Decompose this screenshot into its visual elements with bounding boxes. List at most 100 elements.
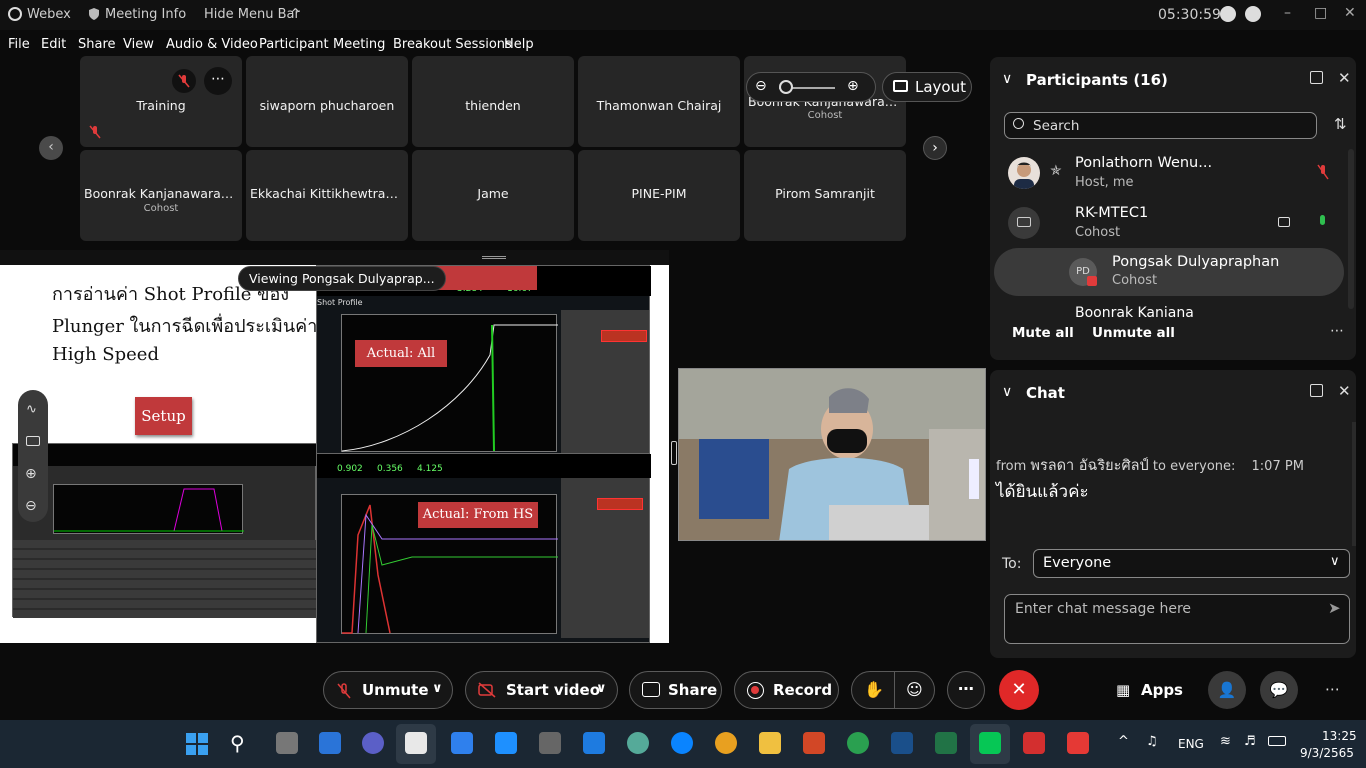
webex-taskbar-icon[interactable] — [891, 732, 913, 754]
volume-icon[interactable]: ♬ — [1244, 734, 1256, 749]
widgets-icon[interactable] — [319, 732, 341, 754]
raise-hand-icon[interactable]: ✋ — [864, 680, 884, 699]
record-button[interactable]: Record — [734, 671, 839, 709]
pen-icon[interactable]: ∿ — [26, 402, 37, 417]
video-camera-icon[interactable] — [1278, 217, 1290, 227]
next-page-button[interactable]: › — [923, 136, 947, 160]
maps-icon[interactable] — [627, 732, 649, 754]
menu-edit[interactable]: Edit — [41, 37, 66, 52]
participant-row[interactable]: ✯ Ponlathorn Wenu... Host, me — [990, 149, 1346, 199]
chevron-down-icon[interactable]: ∨ — [596, 681, 607, 696]
video-tile[interactable]: Pirom Samranjit — [744, 150, 906, 241]
more-panels-icon[interactable]: ⋯ — [1325, 680, 1340, 698]
active-mic-icon[interactable] — [1320, 215, 1325, 225]
chrome-profile-icon[interactable] — [847, 732, 869, 754]
video-tile[interactable]: thienden — [412, 56, 574, 147]
popout-icon[interactable] — [1310, 384, 1323, 397]
meeting-info-button[interactable]: Meeting Info — [105, 7, 186, 22]
search-taskbar-icon[interactable]: ⚲ — [230, 731, 245, 755]
menu-breakout-sessions[interactable]: Breakout Sessions — [393, 37, 512, 52]
sort-icon[interactable]: ⇅ — [1334, 115, 1347, 133]
layout-button[interactable]: Layout — [882, 72, 972, 102]
participant-row-partial[interactable]: Boonrak Kanjana — [990, 303, 1342, 317]
collapse-chevron-icon[interactable]: ∨ — [1002, 71, 1012, 87]
close-window-icon[interactable]: ✕ — [1344, 5, 1356, 21]
prev-page-button[interactable]: ‹ — [39, 136, 63, 160]
video-tile[interactable]: siwaporn phucharoen — [246, 56, 408, 147]
menu-file[interactable]: File — [8, 37, 30, 52]
chevron-up-icon[interactable]: ^ — [290, 7, 301, 22]
menu-share[interactable]: Share — [78, 37, 116, 52]
calendar-icon[interactable] — [583, 732, 605, 754]
drag-handle[interactable] — [482, 256, 506, 259]
zoom-in-icon[interactable]: ⊕ — [847, 78, 859, 94]
restore-icon[interactable]: □ — [1314, 5, 1327, 21]
excel-icon[interactable] — [935, 732, 957, 754]
microphone-tray-icon[interactable]: ♫ — [1146, 734, 1158, 749]
video-tile-training[interactable]: Training ⋯ — [80, 56, 242, 147]
menu-view[interactable]: View — [123, 37, 154, 52]
participant-row-selected[interactable]: PD Pongsak Dulyapraphan Cohost — [994, 248, 1344, 296]
splitter-handle[interactable] — [671, 441, 677, 465]
close-panel-icon[interactable]: ✕ — [1338, 69, 1351, 87]
zoom-out-share-icon[interactable]: ⊖ — [25, 498, 37, 514]
send-icon[interactable]: ➤ — [1328, 599, 1341, 617]
mute-all-button[interactable]: Mute all — [1012, 325, 1074, 341]
zoom-slider-thumb[interactable] — [779, 80, 793, 94]
participants-toggle-icon[interactable]: 👤 — [1208, 671, 1246, 709]
language-indicator[interactable]: ENG — [1178, 737, 1204, 751]
video-tile[interactable]: Boonrak Kanjanawarawa... Cohost — [80, 150, 242, 241]
popout-icon[interactable] — [1310, 71, 1323, 84]
close-panel-icon[interactable]: ✕ — [1338, 382, 1351, 400]
chevron-down-icon[interactable]: ∨ — [432, 681, 443, 696]
share-button[interactable]: Share — [629, 671, 722, 709]
line-icon[interactable] — [979, 732, 1001, 754]
file-explorer-icon[interactable] — [759, 732, 781, 754]
battery-icon[interactable] — [1268, 736, 1286, 746]
apps-button[interactable]: ▦ Apps — [1116, 681, 1183, 699]
start-icon[interactable] — [186, 733, 208, 755]
active-speaker-video[interactable] — [678, 368, 986, 541]
snipping-tool-icon[interactable] — [405, 732, 427, 754]
more-options-icon[interactable]: ⋯ — [204, 67, 232, 95]
end-call-button[interactable]: ✕ — [999, 670, 1039, 710]
participant-row[interactable]: RK-MTEC1 Cohost — [990, 199, 1346, 249]
menu-participant[interactable]: Participant — [259, 37, 329, 52]
video-tile[interactable]: Thamonwan Chairaj — [578, 56, 740, 147]
menu-audio-video[interactable]: Audio & Video — [166, 37, 258, 52]
more-options-button[interactable]: ⋯ — [947, 671, 985, 709]
unmute-button[interactable]: Unmute ∨ — [323, 671, 453, 709]
unmute-all-button[interactable]: Unmute all — [1092, 325, 1175, 341]
notepad-icon[interactable] — [451, 732, 473, 754]
clock-time[interactable]: 13:25 — [1322, 729, 1357, 743]
video-tile[interactable]: Ekkachai Kittikhewtrawe... — [246, 150, 408, 241]
zoom-in-share-icon[interactable]: ⊕ — [25, 466, 37, 482]
calculator-icon[interactable] — [539, 732, 561, 754]
screenshot-icon[interactable] — [26, 436, 40, 446]
acrobat-icon[interactable] — [1023, 732, 1045, 754]
more-options-icon[interactable]: ⋯ — [1330, 323, 1344, 339]
menu-help[interactable]: Help — [504, 37, 534, 52]
video-tile[interactable]: PINE-PIM — [578, 150, 740, 241]
search-field[interactable]: Search — [1004, 112, 1317, 139]
chrome-icon[interactable] — [715, 732, 737, 754]
menu-meeting[interactable]: Meeting — [333, 37, 385, 52]
zoom-out-icon[interactable]: ⊖ — [755, 78, 767, 94]
powerpoint-icon[interactable] — [803, 732, 825, 754]
hide-menu-bar-button[interactable]: Hide Menu Bar — [204, 7, 300, 22]
chat-scrollbar[interactable] — [1352, 422, 1356, 546]
mail-icon[interactable] — [495, 732, 517, 754]
recipient-select[interactable]: Everyone ∨ — [1033, 549, 1350, 578]
participants-scrollbar[interactable] — [1348, 149, 1354, 309]
chat-toggle-icon[interactable]: 💬 — [1260, 671, 1298, 709]
teams-chat-icon[interactable] — [362, 732, 384, 754]
network-stats-icon[interactable] — [1245, 6, 1261, 22]
start-video-button[interactable]: Start video ∨ — [465, 671, 618, 709]
anydesk-icon[interactable] — [1067, 732, 1089, 754]
minimize-icon[interactable]: – — [1284, 5, 1291, 21]
edge-icon[interactable] — [671, 732, 693, 754]
task-view-icon[interactable] — [276, 732, 298, 754]
reactions-icon[interactable]: ☺ — [906, 680, 923, 699]
wifi-icon[interactable]: ≋ — [1220, 734, 1231, 749]
clock-date[interactable]: 9/3/2565 — [1300, 746, 1354, 760]
